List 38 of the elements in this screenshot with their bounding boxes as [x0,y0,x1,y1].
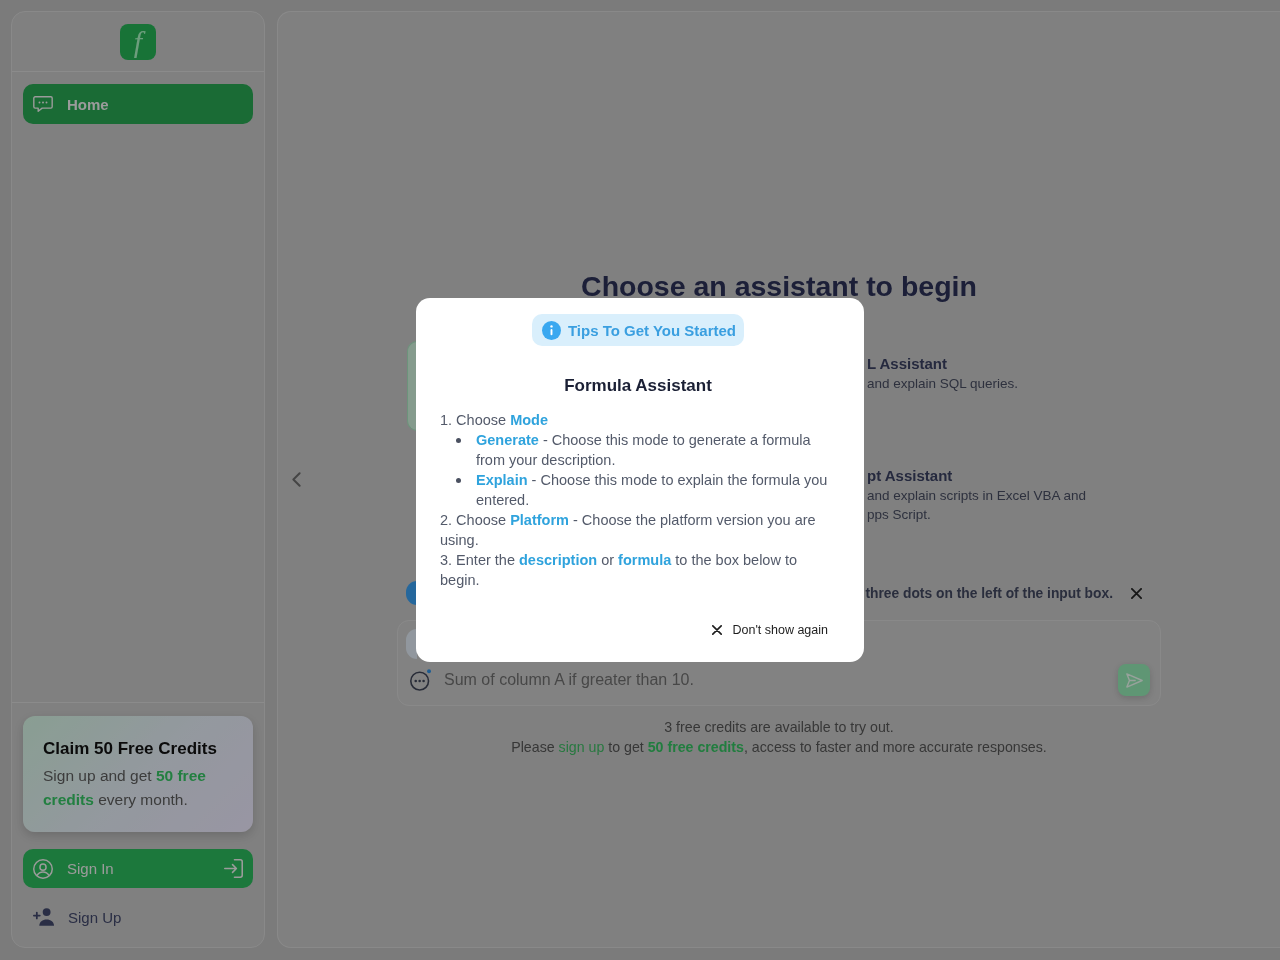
sign-up-link[interactable]: sign up [558,739,605,755]
assistant-description: and explain SQL queries. [867,375,1020,393]
dialog-title: Formula Assistant [563,376,713,396]
assistant-title: pt Assistant [867,466,954,486]
chevron-left-icon[interactable] [292,472,301,487]
user-circle-icon [33,858,53,879]
nav-item[interactable]: Home [23,84,253,124]
bullet-icon [456,478,461,483]
tip-step: 3. Enter the description or formula to the box below to begin. [440,550,836,590]
close-icon[interactable] [1131,587,1142,599]
more-dots-icon[interactable] [410,669,431,691]
sign-up-button[interactable]: Sign Up [23,897,253,937]
bullet-icon [456,438,461,443]
dont-show-again-button[interactable]: Don't show again [712,620,828,640]
assistant-description: and explain scripts in Excel VBA and [867,487,1088,505]
signup-prompt: Please sign up to get 50 free credits, access to faster and more accurate responses. [511,738,1047,757]
credits-note: 3 free credits are available to try out. [663,718,895,737]
page-heading: Choose an assistant to begin [581,269,977,303]
tip-text: three dots on the left of the input box. [865,585,1113,601]
text-input[interactable]: Sum of column A if greater than 10. [444,669,1118,691]
tip-step: 2. Choose Platform - Choose the platform version you are using. [440,510,836,550]
tip-step: 1. Choose Mode [440,410,836,430]
selector-chip[interactable] [406,629,417,659]
paper-plane-icon [1125,672,1143,688]
sign-in-button[interactable]: Sign In [23,849,253,888]
promo-text: Sign up and get 50 free credits every month. [43,766,207,810]
tip-substep: Generate - Choose this mode to generate a formula from your description. [476,431,812,470]
app-logo: f [120,23,156,60]
chat-bubble-icon [33,96,53,112]
assistant-description: pps Script. [867,506,932,524]
person-plus-icon [33,908,54,926]
info-icon [541,320,561,340]
assistant-title: L Assistant [867,354,949,374]
cross-icon [712,625,723,635]
enter-arrow-icon [224,859,243,878]
promo-title: Claim 50 Free Credits [43,738,218,760]
tip-substep: Explain - Choose this mode to explain the formula you entered. [476,471,829,510]
tips-label: Tips To Get You Started [567,321,737,339]
